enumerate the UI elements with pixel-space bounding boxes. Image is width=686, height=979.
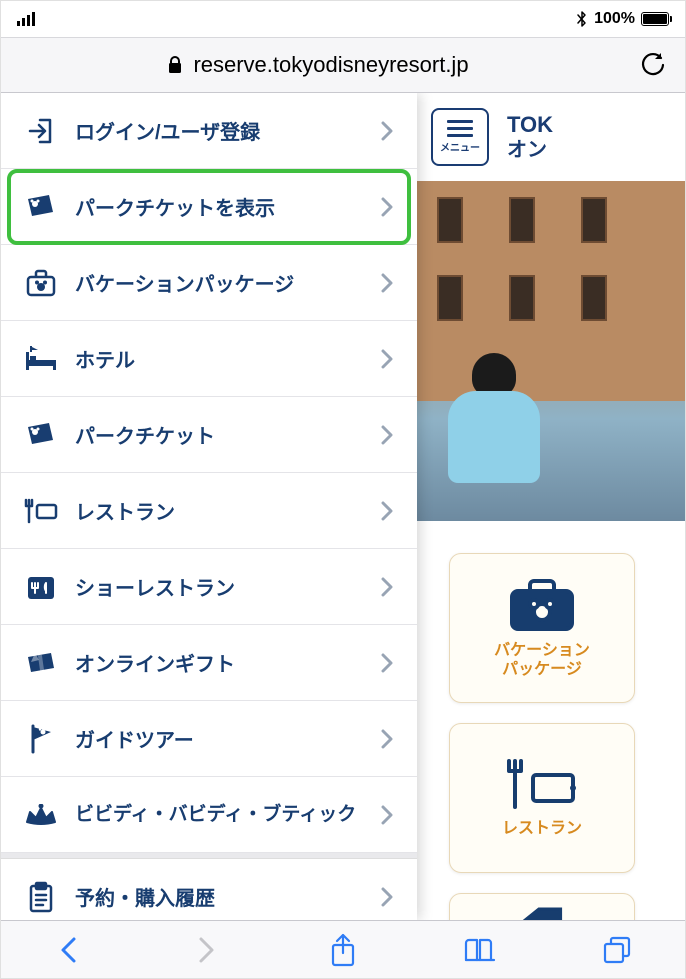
chevron-right-icon (375, 348, 399, 370)
header-title-line1: TOK (507, 112, 553, 138)
menu-button[interactable]: メニュー (431, 108, 489, 166)
menu-item-label: ホテル (75, 344, 359, 373)
tile-restaurant-label: レストラン (502, 819, 582, 838)
gift-icon (23, 645, 59, 681)
ticket-show-icon (23, 189, 59, 225)
chevron-right-icon (375, 196, 399, 218)
menu-item-label: ショーレストラン (75, 572, 359, 601)
menu-item-label: ログイン/ユーザ登録 (75, 116, 359, 145)
menu-item-label: パークチケットを表示 (75, 192, 359, 221)
chevron-right-icon (375, 652, 399, 674)
status-bar: 100% (1, 1, 685, 37)
ticket-icon (23, 417, 59, 453)
tile-vacation-line1: バケーション (494, 641, 590, 660)
clipboard-icon (23, 879, 59, 915)
menu-item-label: 予約・購入履歴 (75, 882, 359, 911)
tiara-icon (23, 797, 59, 833)
menu-item-history[interactable]: 予約・購入履歴 (1, 859, 417, 920)
chevron-right-icon (375, 272, 399, 294)
phone-screen: 100% reserve.tokyodisneyresort.jp メニュー (0, 0, 686, 979)
bookmarks-button[interactable] (456, 926, 504, 974)
navigation-drawer: ログイン/ユーザ登録 パークチケットを表示 バケーションパッケージ (1, 93, 417, 920)
menu-item-bibbidi[interactable]: ビビディ・バビディ・ブティック (1, 777, 417, 853)
menu-item-guide-tour[interactable]: ガイドツアー (1, 701, 417, 777)
tile-partial[interactable] (449, 893, 635, 920)
browser-address-bar: reserve.tokyodisneyresort.jp (1, 37, 685, 93)
menu-item-login[interactable]: ログイン/ユーザ登録 (1, 93, 417, 169)
battery-icon (641, 12, 669, 26)
menu-item-label: オンラインギフト (75, 648, 359, 677)
menu-item-label: レストラン (75, 496, 359, 525)
tabs-button[interactable] (593, 926, 641, 974)
login-icon (23, 113, 59, 149)
menu-item-label: バケーションパッケージ (75, 268, 359, 297)
menu-item-park-ticket[interactable]: パークチケット (1, 397, 417, 473)
tile-vacation-package[interactable]: バケーション パッケージ (449, 553, 635, 703)
menu-item-label: パークチケット (75, 420, 359, 449)
chevron-right-icon (375, 576, 399, 598)
menu-item-hotel[interactable]: ホテル (1, 321, 417, 397)
menu-item-vacation[interactable]: バケーションパッケージ (1, 245, 417, 321)
page-content: メニュー TOK オン (1, 93, 685, 920)
tile-restaurant[interactable]: レストラン (449, 723, 635, 873)
url-field[interactable]: reserve.tokyodisneyresort.jp (15, 52, 621, 78)
chevron-right-icon (375, 804, 399, 826)
restaurant-icon (23, 493, 59, 529)
hero-image (417, 181, 685, 521)
browser-toolbar (1, 920, 685, 978)
lock-icon (167, 55, 183, 75)
chevron-right-icon (375, 500, 399, 522)
back-button[interactable] (45, 926, 93, 974)
share-button[interactable] (319, 926, 367, 974)
menu-item-show-restaurant[interactable]: ショーレストラン (1, 549, 417, 625)
menu-item-show-ticket[interactable]: パークチケットを表示 (1, 169, 417, 245)
show-restaurant-icon (23, 569, 59, 605)
menu-item-restaurant[interactable]: レストラン (1, 473, 417, 549)
tile-vacation-line2: パッケージ (494, 660, 590, 679)
flag-icon (23, 721, 59, 757)
forward-button (182, 926, 230, 974)
chevron-right-icon (375, 120, 399, 142)
menu-item-label: ガイドツアー (75, 724, 359, 753)
menu-item-online-gift[interactable]: オンラインギフト (1, 625, 417, 701)
chevron-right-icon (375, 424, 399, 446)
bluetooth-icon (576, 10, 588, 28)
refresh-button[interactable] (635, 51, 671, 79)
menu-button-label: メニュー (440, 139, 480, 154)
chevron-right-icon (375, 886, 399, 908)
menu-item-label: ビビディ・バビディ・ブティック (75, 804, 359, 826)
suitcase-icon (23, 265, 59, 301)
site-header-title: TOK オン (507, 112, 553, 162)
header-title-line2: オン (507, 138, 553, 162)
battery-pct: 100% (594, 10, 635, 28)
chevron-right-icon (375, 728, 399, 750)
signal-indicator (17, 12, 39, 26)
url-text: reserve.tokyodisneyresort.jp (193, 52, 468, 78)
bed-icon (23, 341, 59, 377)
